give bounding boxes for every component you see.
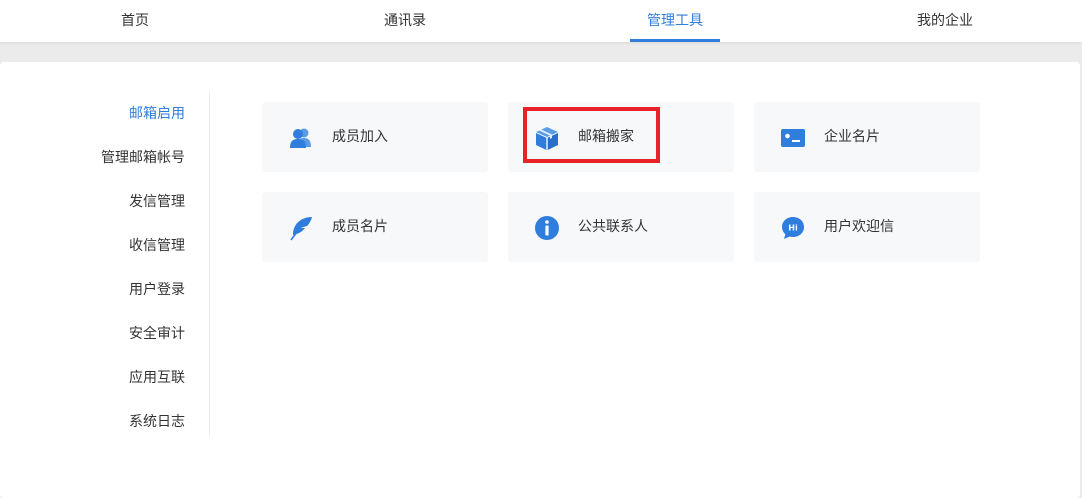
tool-welcome-letter[interactable]: Hi 用户欢迎信 [754, 192, 980, 262]
feather-icon [288, 215, 314, 241]
tool-member-card[interactable]: 成员名片 [262, 192, 488, 262]
tool-label: 企业名片 [824, 129, 880, 145]
members-icon [288, 125, 314, 151]
content-panel: 邮箱启用 管理邮箱帐号 发信管理 收信管理 用户登录 安全审计 应用互联 系统日… [0, 62, 1080, 498]
tool-business-card[interactable]: 企业名片 [754, 102, 980, 172]
info-icon [534, 215, 560, 241]
sidebar-item-manage-accounts[interactable]: 管理邮箱帐号 [101, 148, 185, 168]
tab-contacts[interactable]: 通讯录 [365, 0, 445, 42]
tool-mailbox-migration[interactable]: 邮箱搬家 [508, 102, 734, 172]
sidebar-item-sending[interactable]: 发信管理 [129, 192, 185, 212]
tool-label: 用户欢迎信 [824, 219, 894, 235]
tool-label: 成员加入 [332, 129, 388, 145]
tool-label: 邮箱搬家 [578, 129, 634, 145]
tab-my-company[interactable]: 我的企业 [900, 0, 990, 42]
sidebar: 邮箱启用 管理邮箱帐号 发信管理 收信管理 用户登录 安全审计 应用互联 系统日… [0, 92, 210, 436]
hi-chat-icon: Hi [780, 215, 806, 241]
tool-member-join[interactable]: 成员加入 [262, 102, 488, 172]
box-icon [534, 125, 560, 151]
svg-text:Hi: Hi [788, 224, 798, 233]
tool-public-contacts[interactable]: 公共联系人 [508, 192, 734, 262]
top-navigation: 首页 通讯录 管理工具 我的企业 [0, 0, 1082, 42]
sidebar-item-app-interconnect[interactable]: 应用互联 [129, 368, 185, 388]
tab-home[interactable]: 首页 [95, 0, 175, 42]
tool-label: 公共联系人 [578, 219, 648, 235]
sidebar-item-security-audit[interactable]: 安全审计 [129, 324, 185, 344]
sidebar-item-receiving[interactable]: 收信管理 [129, 236, 185, 256]
sidebar-item-user-login[interactable]: 用户登录 [129, 280, 185, 300]
business-card-icon [780, 125, 806, 151]
tool-label: 成员名片 [332, 219, 388, 235]
tab-management-tools[interactable]: 管理工具 [630, 0, 720, 42]
sidebar-item-system-log[interactable]: 系统日志 [129, 412, 185, 432]
sidebar-item-mailbox-enable[interactable]: 邮箱启用 [129, 104, 185, 124]
